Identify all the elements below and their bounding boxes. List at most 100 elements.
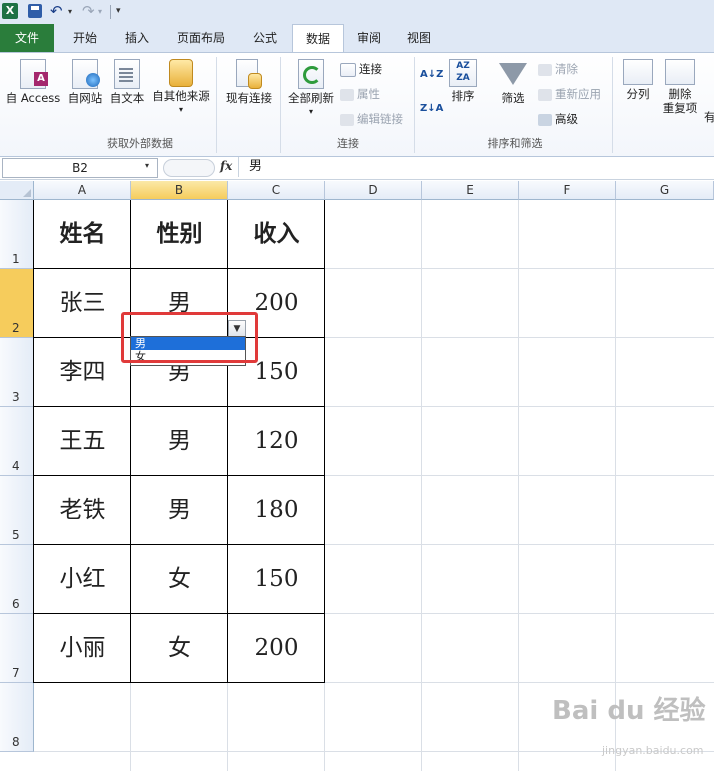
- table-cell[interactable]: 200: [228, 614, 325, 683]
- row-number: 3: [12, 390, 20, 404]
- table-cell[interactable]: 小丽: [34, 614, 131, 683]
- redo-icon[interactable]: ↷: [82, 3, 98, 20]
- table-cell[interactable]: 女: [131, 545, 228, 614]
- formula-input[interactable]: 男: [238, 157, 714, 177]
- row-header-2[interactable]: 2: [0, 269, 34, 338]
- tab-home[interactable]: 开始: [60, 24, 110, 52]
- name-box-dropdown-icon[interactable]: ▾: [145, 161, 149, 170]
- row-header-1[interactable]: 1: [0, 200, 34, 269]
- column-header-c[interactable]: C: [228, 181, 325, 200]
- edit-links-label: 编辑链接: [357, 112, 403, 126]
- table-border: [130, 200, 131, 683]
- sort-descending-icon: Z↓A: [420, 103, 444, 114]
- table-header-cell[interactable]: 性别: [131, 200, 228, 269]
- from-access-button[interactable]: A 自 Access: [4, 55, 62, 125]
- column-header-a[interactable]: A: [34, 181, 131, 200]
- table-cell[interactable]: 男: [131, 476, 228, 545]
- remove-label: 删除: [668, 87, 692, 101]
- connections-button[interactable]: 连接: [340, 59, 382, 79]
- table-header-cell[interactable]: 收入: [228, 200, 325, 269]
- insert-function-icon[interactable]: fx: [220, 159, 232, 173]
- row-header-5[interactable]: 5: [0, 476, 34, 545]
- row-header-4[interactable]: 4: [0, 407, 34, 476]
- connections-label: 连接: [359, 62, 382, 76]
- remove-duplicates-icon: [665, 59, 695, 85]
- dropdown-arrow-icon: ▾: [308, 107, 313, 116]
- table-cell[interactable]: 张三: [34, 269, 131, 338]
- customize-toolbar-icon[interactable]: ▾: [116, 3, 126, 20]
- from-text-button[interactable]: 自文本: [106, 55, 148, 125]
- table-header-cell[interactable]: 姓名: [34, 200, 131, 269]
- row-header-8[interactable]: 8: [0, 683, 34, 752]
- tab-file[interactable]: 文件: [0, 24, 54, 52]
- text-to-columns-button[interactable]: 分列: [620, 55, 656, 125]
- group-divider: [414, 57, 415, 153]
- save-icon[interactable]: [28, 4, 42, 18]
- dropdown-arrow-icon: ▾: [178, 105, 183, 114]
- column-header-g[interactable]: G: [616, 181, 714, 200]
- column-header-d[interactable]: D: [325, 181, 422, 200]
- properties-icon: [340, 88, 354, 101]
- sort-button[interactable]: AZ ZA 排序: [446, 55, 480, 125]
- redo-dropdown-icon[interactable]: ▾: [98, 3, 106, 20]
- formula-bar-resize-handle[interactable]: [163, 159, 215, 177]
- column-header-f[interactable]: F: [519, 181, 616, 200]
- row-number: 8: [12, 735, 20, 749]
- tab-insert[interactable]: 插入: [112, 24, 162, 52]
- row-header-3[interactable]: 3: [0, 338, 34, 407]
- web-icon: [72, 59, 100, 89]
- worksheet-grid[interactable]: ABCDEFG 12345678 姓名 性别 收入 张三男 200 李四男 150 王五男 12…: [0, 181, 714, 771]
- row-header-6[interactable]: 6: [0, 545, 34, 614]
- existing-connections-label: 现有连接: [226, 91, 272, 105]
- column-header-b[interactable]: B: [131, 181, 228, 200]
- table-cell[interactable]: 小红: [34, 545, 131, 614]
- table-cell[interactable]: 150: [228, 545, 325, 614]
- group-divider: [280, 57, 281, 153]
- tab-review[interactable]: 审阅: [346, 24, 392, 52]
- sort-descending-button[interactable]: Z↓A: [420, 99, 443, 119]
- sort-ascending-button[interactable]: A↓Z: [420, 65, 443, 85]
- reapply-button[interactable]: 重新应用: [538, 84, 601, 104]
- clear-button[interactable]: 清除: [538, 59, 578, 79]
- row-number: 1: [12, 252, 20, 266]
- connections-icon: [340, 62, 356, 77]
- undo-dropdown-icon[interactable]: ▾: [68, 3, 76, 20]
- reapply-label: 重新应用: [555, 87, 601, 101]
- from-web-button[interactable]: 自网站: [64, 55, 106, 125]
- table-border: [33, 200, 34, 683]
- table-cell[interactable]: 李四: [34, 338, 131, 407]
- tab-data[interactable]: 数据: [292, 24, 344, 53]
- tab-view[interactable]: 视图: [396, 24, 442, 52]
- edit-links-icon: [340, 113, 354, 126]
- refresh-all-button[interactable]: 全部刷新 ▾: [284, 55, 338, 125]
- table-border: [33, 406, 325, 407]
- more-data-tools[interactable]: 有: [704, 107, 714, 127]
- table-cell[interactable]: 女: [131, 614, 228, 683]
- undo-icon[interactable]: ↶: [50, 3, 66, 20]
- tab-formulas[interactable]: 公式: [242, 24, 288, 52]
- properties-button[interactable]: 属性: [340, 84, 380, 104]
- from-other-sources-button[interactable]: 自其他来源 ▾: [150, 55, 212, 125]
- table-cell[interactable]: 男: [131, 407, 228, 476]
- quick-access-toolbar: X ↶ ▾ ↷ ▾ ▾: [0, 0, 714, 25]
- table-cell[interactable]: 王五: [34, 407, 131, 476]
- table-cell[interactable]: 180: [228, 476, 325, 545]
- name-box[interactable]: B2: [2, 158, 158, 178]
- excel-app-icon[interactable]: X: [2, 3, 18, 19]
- select-all-button[interactable]: [0, 181, 34, 200]
- table-cell[interactable]: 120: [228, 407, 325, 476]
- clear-icon: [538, 63, 552, 76]
- table-cell[interactable]: 老铁: [34, 476, 131, 545]
- existing-connections-button[interactable]: 现有连接: [222, 55, 276, 125]
- advanced-button[interactable]: 高级: [538, 109, 578, 129]
- tab-page-layout[interactable]: 页面布局: [166, 24, 236, 52]
- column-header-e[interactable]: E: [422, 181, 519, 200]
- row-number: 5: [12, 528, 20, 542]
- row-header-7[interactable]: 7: [0, 614, 34, 683]
- filter-button[interactable]: 筛选: [496, 55, 530, 125]
- remove-duplicates-button[interactable]: 删除 重复项: [660, 55, 700, 125]
- text-to-columns-icon: [623, 59, 653, 85]
- edit-links-button[interactable]: 编辑链接: [340, 109, 403, 129]
- table-border: [33, 268, 325, 269]
- ribbon-tabs: 文件 开始 插入 页面布局 公式 数据 审阅 视图: [0, 24, 714, 53]
